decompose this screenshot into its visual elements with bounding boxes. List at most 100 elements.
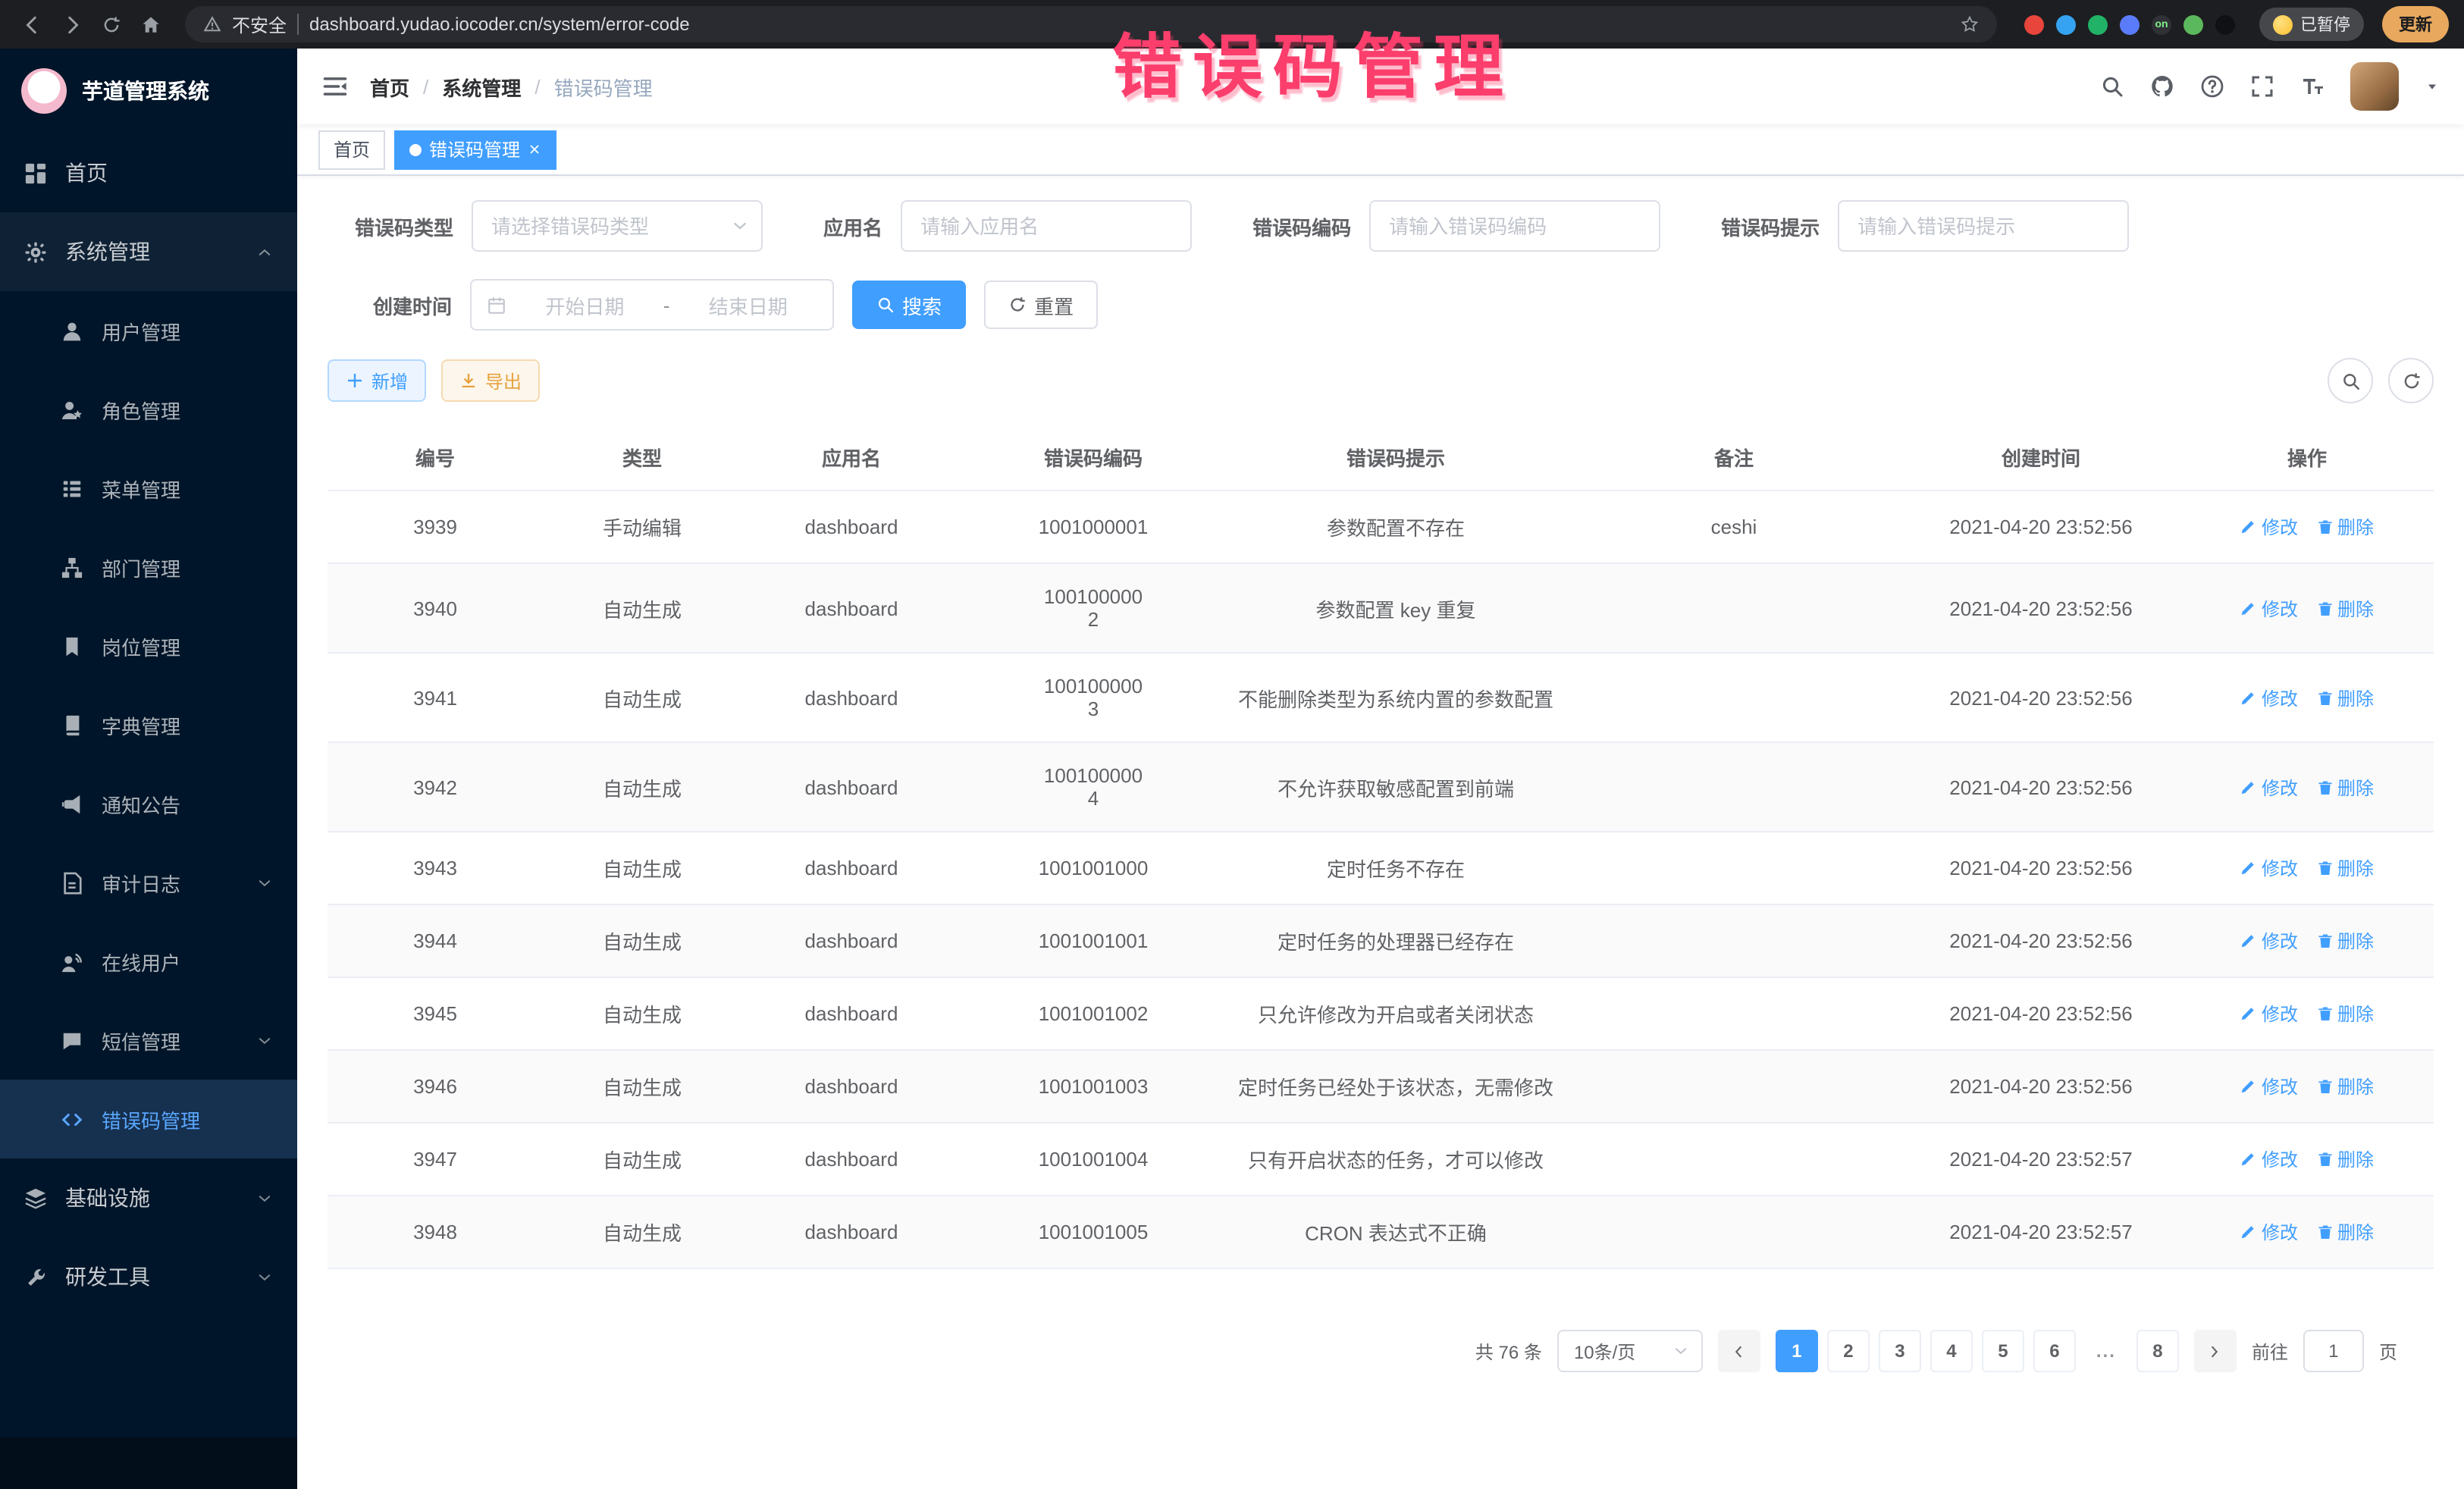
tab-close-icon[interactable] (528, 143, 541, 156)
edit-link[interactable]: 修改 (2240, 855, 2298, 881)
edit-link[interactable]: 修改 (2240, 1146, 2298, 1172)
add-button[interactable]: 新增 (328, 359, 426, 402)
error-type-select[interactable] (472, 200, 763, 252)
tab-item[interactable]: 首页 (318, 130, 385, 169)
home-icon[interactable] (133, 8, 167, 41)
sidebar-item[interactable]: 菜单管理 (0, 449, 297, 528)
sidebar-item[interactable]: 首页 (0, 133, 297, 212)
edit-link[interactable]: 修改 (2240, 774, 2298, 800)
black-puzzle-extension-icon[interactable] (2215, 14, 2235, 34)
page-button[interactable]: 2 (1827, 1330, 1870, 1372)
page-button[interactable]: 4 (1930, 1330, 1973, 1372)
refresh-table-button[interactable] (2388, 358, 2434, 403)
sidebar-item-label: 错误码管理 (102, 1105, 200, 1133)
fullscreen-icon[interactable] (2250, 74, 2274, 99)
delete-link[interactable]: 删除 (2316, 774, 2374, 800)
edit-link[interactable]: 修改 (2240, 595, 2298, 621)
goto-page-input[interactable] (2303, 1330, 2364, 1372)
sidebar-item-label: 在线用户 (102, 947, 180, 976)
sidebar-item[interactable]: 角色管理 (0, 370, 297, 449)
paused-badge-label: 已暂停 (2300, 12, 2350, 36)
chevron-down-icon (256, 1032, 273, 1049)
delete-link[interactable]: 删除 (2316, 514, 2374, 540)
browser-chrome: 不安全 dashboard.yudao.iocoder.cn/system/er… (0, 0, 2464, 49)
edit-link[interactable]: 修改 (2240, 1001, 2298, 1027)
red-dot-extension-icon[interactable] (2024, 14, 2044, 34)
delete-link[interactable]: 删除 (2316, 855, 2374, 881)
more-pages-button[interactable]: ... (2085, 1330, 2127, 1372)
blue-grid-extension-icon[interactable] (2120, 14, 2140, 34)
sidebar-item[interactable]: 审计日志 (0, 843, 297, 922)
chevron-up-icon (256, 243, 273, 260)
page-button[interactable]: 5 (1982, 1330, 2024, 1372)
toggle-search-button[interactable] (2328, 358, 2373, 403)
sidebar-item[interactable]: 基础设施 (0, 1158, 297, 1237)
chevron-down-icon (256, 1190, 273, 1206)
page-button[interactable]: 6 (2033, 1330, 2076, 1372)
delete-link[interactable]: 删除 (2316, 1074, 2374, 1099)
message-icon (61, 1029, 83, 1052)
edit-link[interactable]: 修改 (2240, 1219, 2298, 1245)
export-button[interactable]: 导出 (441, 359, 540, 402)
edit-link[interactable]: 修改 (2240, 1074, 2298, 1099)
blue-drop-extension-icon[interactable] (2056, 14, 2076, 34)
table-row: 3946自动生成dashboard1001001003定时任务已经处于该状态，无… (328, 1050, 2434, 1123)
forward-icon[interactable] (55, 8, 88, 41)
delete-link[interactable]: 删除 (2316, 1146, 2374, 1172)
update-button[interactable]: 更新 (2382, 6, 2449, 42)
error-hint-input[interactable] (1838, 200, 2129, 252)
delete-link[interactable]: 删除 (2316, 928, 2374, 954)
page-button[interactable]: 3 (1879, 1330, 1921, 1372)
sidebar-item[interactable]: 字典管理 (0, 685, 297, 764)
edit-link[interactable]: 修改 (2240, 514, 2298, 540)
delete-link[interactable]: 删除 (2316, 595, 2374, 621)
next-page-button[interactable] (2194, 1330, 2237, 1372)
sidebar-item[interactable]: 研发工具 (0, 1237, 297, 1316)
delete-link[interactable]: 删除 (2316, 685, 2374, 710)
address-bar[interactable]: 不安全 dashboard.yudao.iocoder.cn/system/er… (185, 6, 1997, 42)
page-button[interactable]: 8 (2136, 1330, 2179, 1372)
search-button[interactable]: 搜索 (852, 281, 966, 329)
paused-badge[interactable]: 已暂停 (2259, 8, 2364, 41)
tab-item[interactable]: 错误码管理 (394, 130, 556, 169)
sidebar-item[interactable]: 部门管理 (0, 528, 297, 607)
delete-link[interactable]: 删除 (2316, 1219, 2374, 1245)
sidebar-item[interactable]: 错误码管理 (0, 1080, 297, 1158)
cell-actions: 修改删除 (2180, 491, 2434, 563)
cell-id: 3941 (328, 653, 543, 742)
prev-page-button[interactable] (1718, 1330, 1760, 1372)
help-icon[interactable] (2200, 74, 2224, 99)
reload-icon[interactable] (94, 8, 127, 41)
edit-link[interactable]: 修改 (2240, 685, 2298, 710)
page-button[interactable]: 1 (1776, 1330, 1818, 1372)
date-range-picker[interactable]: 开始日期 - 结束日期 (470, 279, 834, 331)
breadcrumb-item[interactable]: 系统管理 (442, 72, 521, 101)
user-avatar[interactable] (2350, 62, 2399, 111)
hamburger-icon[interactable] (321, 73, 349, 100)
error-code-input[interactable] (1369, 200, 1660, 252)
logo[interactable]: 芋道管理系统 (0, 49, 297, 133)
sidebar-item[interactable]: 岗位管理 (0, 607, 297, 685)
cell-created: 2021-04-20 23:52:56 (1901, 653, 2180, 742)
dark-on-extension-icon[interactable]: on (2152, 14, 2171, 34)
sidebar-item[interactable]: 短信管理 (0, 1001, 297, 1080)
edit-link[interactable]: 修改 (2240, 928, 2298, 954)
green-paw-extension-icon[interactable] (2183, 14, 2203, 34)
page-size-select[interactable]: 10条/页 (1557, 1330, 1703, 1372)
bookmark-star-icon[interactable] (1961, 15, 1979, 33)
sidebar-item[interactable]: 通知公告 (0, 764, 297, 843)
search-icon[interactable] (2100, 74, 2124, 99)
green-check-extension-icon[interactable] (2088, 14, 2108, 34)
font-size-icon[interactable] (2300, 74, 2324, 99)
github-icon[interactable] (2150, 74, 2174, 99)
cell-id: 3948 (328, 1196, 543, 1268)
delete-link[interactable]: 删除 (2316, 1001, 2374, 1027)
breadcrumb-item[interactable]: 首页 (370, 72, 409, 101)
sidebar-item[interactable]: 用户管理 (0, 291, 297, 370)
reset-button[interactable]: 重置 (984, 281, 1098, 329)
sidebar-item[interactable]: 系统管理 (0, 212, 297, 291)
app-name-input[interactable] (901, 200, 1192, 252)
cell-created: 2021-04-20 23:52:57 (1901, 1196, 2180, 1268)
sidebar-item[interactable]: 在线用户 (0, 922, 297, 1001)
back-icon[interactable] (15, 8, 49, 41)
